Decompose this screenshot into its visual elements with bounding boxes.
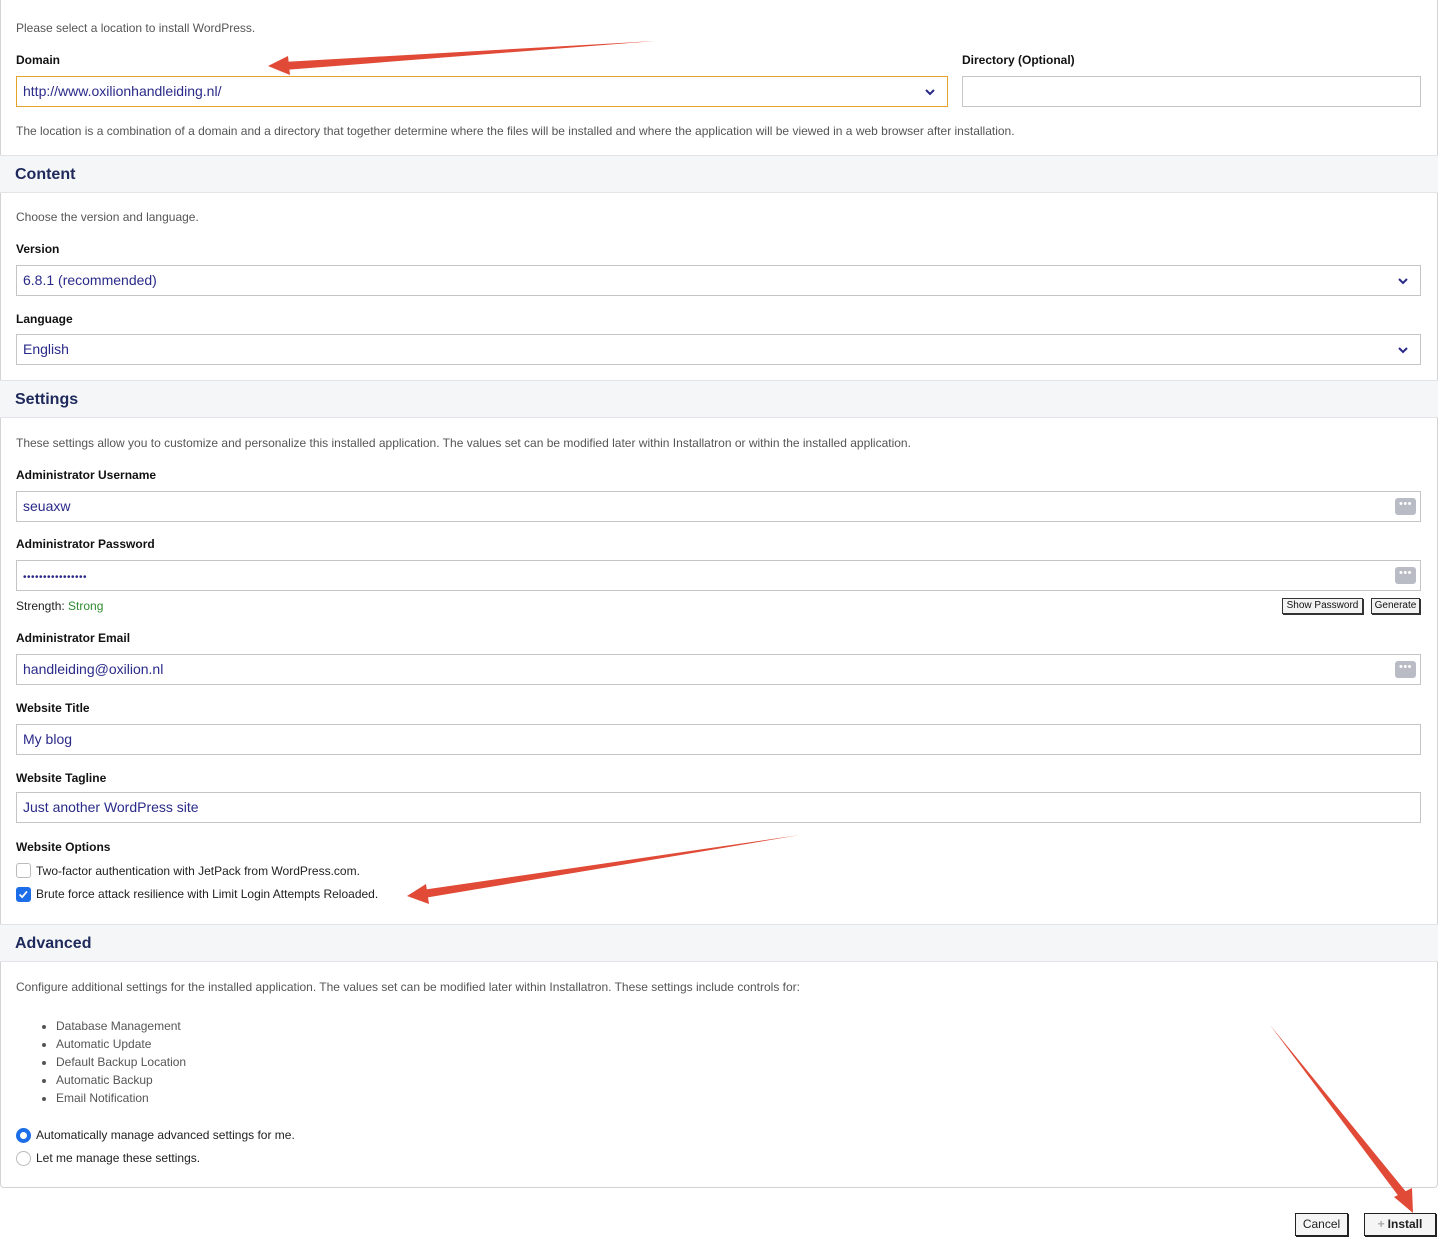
install-button[interactable]: + Install (1364, 1213, 1436, 1236)
website-tagline-input[interactable]: Just another WordPress site (16, 792, 1421, 823)
checkmark-icon (18, 890, 28, 899)
strength-label: Strength: (16, 599, 65, 613)
content-section-title: Content (15, 166, 76, 183)
directory-label: Directory (Optional) (962, 53, 1075, 67)
version-select[interactable]: 6.8.1 (recommended) (16, 265, 1421, 296)
version-label: Version (16, 242, 60, 256)
website-title-input[interactable]: My blog (16, 724, 1421, 755)
email-input[interactable]: handleiding@oxilion.nl ••• (16, 654, 1421, 685)
password-input[interactable]: •••••••••••••••• ••• (16, 560, 1421, 591)
list-item: Automatic Update (56, 1035, 186, 1053)
advanced-intro: Configure additional settings for the in… (16, 980, 801, 994)
version-select-value: 6.8.1 (recommended) (23, 272, 157, 288)
directory-input[interactable] (962, 76, 1421, 107)
username-input-value: seuaxw (23, 498, 71, 514)
advanced-controls-list: Database Management Automatic Update Def… (38, 1017, 186, 1107)
list-item: Database Management (56, 1017, 186, 1035)
show-password-button[interactable]: Show Password (1282, 598, 1363, 614)
install-button-label: Install (1387, 1217, 1423, 1231)
email-input-value: handleiding@oxilion.nl (23, 661, 164, 677)
password-label: Administrator Password (16, 537, 155, 551)
language-label: Language (16, 312, 73, 326)
chevron-down-icon (1398, 347, 1408, 354)
domain-select[interactable]: http://www.oxilionhandleiding.nl/ (16, 76, 948, 107)
website-options-label: Website Options (16, 840, 111, 854)
strength-value: Strong (68, 599, 104, 613)
location-help: The location is a combination of a domai… (16, 124, 1015, 138)
list-item: Email Notification (56, 1089, 186, 1107)
autofill-menu-icon[interactable]: ••• (1395, 567, 1416, 584)
settings-section-header: Settings (0, 380, 1438, 418)
language-select-value: English (23, 341, 69, 357)
website-tagline-value: Just another WordPress site (23, 799, 199, 815)
username-label: Administrator Username (16, 468, 157, 482)
chevron-down-icon (1398, 278, 1408, 285)
autofill-menu-icon[interactable]: ••• (1395, 498, 1416, 515)
auto-manage-radio[interactable] (16, 1128, 31, 1143)
website-title-label: Website Title (16, 701, 90, 715)
settings-intro: These settings allow you to customize an… (16, 436, 911, 450)
chevron-down-icon (925, 89, 935, 96)
autofill-menu-icon[interactable]: ••• (1395, 661, 1416, 678)
content-intro: Choose the version and language. (16, 210, 199, 224)
list-item: Automatic Backup (56, 1071, 186, 1089)
language-select[interactable]: English (16, 334, 1421, 365)
generate-password-button[interactable]: Generate (1371, 598, 1420, 614)
password-input-value: •••••••••••••••• (23, 572, 88, 583)
limit-login-checkbox[interactable] (16, 887, 31, 902)
website-title-value: My blog (23, 731, 73, 747)
content-section-header: Content (0, 155, 1438, 193)
advanced-section-header: Advanced (0, 924, 1438, 962)
email-label: Administrator Email (16, 631, 131, 645)
manual-manage-radio[interactable] (16, 1151, 31, 1166)
settings-section-title: Settings (15, 391, 79, 408)
advanced-section-title: Advanced (15, 935, 92, 952)
location-intro: Please select a location to install Word… (16, 21, 256, 35)
limit-login-label[interactable]: Brute force attack resilience with Limit… (36, 887, 378, 901)
cancel-button[interactable]: Cancel (1295, 1213, 1348, 1236)
username-input[interactable]: seuaxw ••• (16, 491, 1421, 522)
plus-icon: + (1377, 1217, 1385, 1231)
jetpack-2fa-checkbox[interactable] (16, 863, 31, 878)
domain-select-value: http://www.oxilionhandleiding.nl/ (23, 83, 222, 99)
website-tagline-label: Website Tagline (16, 771, 107, 785)
domain-label: Domain (16, 53, 61, 67)
jetpack-2fa-label[interactable]: Two-factor authentication with JetPack f… (36, 864, 360, 878)
manual-manage-label[interactable]: Let me manage these settings. (36, 1151, 200, 1165)
password-strength: Strength: Strong (16, 599, 103, 613)
auto-manage-label[interactable]: Automatically manage advanced settings f… (36, 1128, 295, 1142)
list-item: Default Backup Location (56, 1053, 186, 1071)
